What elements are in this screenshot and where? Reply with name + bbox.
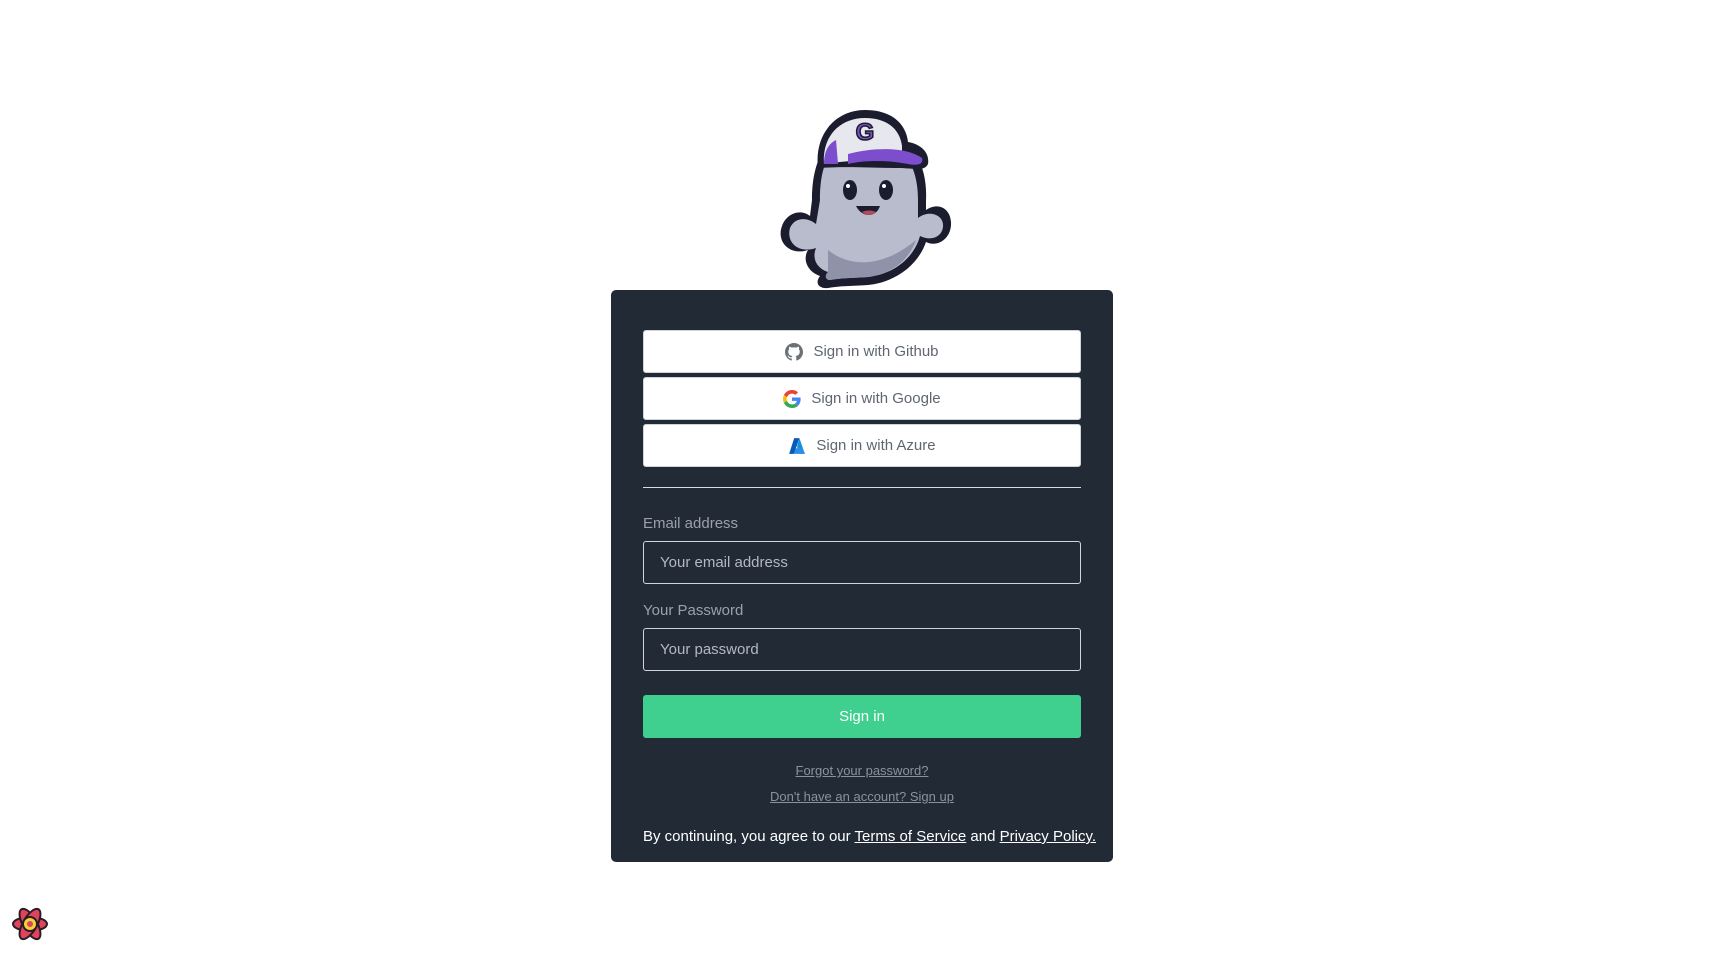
divider xyxy=(643,487,1081,488)
privacy-policy-link[interactable]: Privacy Policy. xyxy=(1000,828,1096,845)
react-devtools-icon[interactable] xyxy=(10,904,50,944)
azure-signin-button[interactable]: Sign in with Azure xyxy=(643,424,1081,467)
azure-signin-label: Sign in with Azure xyxy=(816,437,936,454)
azure-icon xyxy=(789,437,806,454)
auth-card: Sign in with Github Sign in with Google … xyxy=(611,290,1113,862)
email-field[interactable] xyxy=(643,541,1081,584)
google-signin-label: Sign in with Google xyxy=(811,390,941,407)
google-icon xyxy=(783,389,801,408)
github-signin-label: Sign in with Github xyxy=(813,343,939,360)
email-label: Email address xyxy=(643,515,739,532)
github-icon xyxy=(785,342,804,361)
ghost-mascot-logo: G xyxy=(780,110,952,289)
github-signin-button[interactable]: Sign in with Github xyxy=(643,330,1081,373)
terms-notice: By continuing, you agree to our Terms of… xyxy=(643,828,1096,845)
sign-in-button[interactable]: Sign in xyxy=(643,695,1081,738)
svg-text:G: G xyxy=(856,119,875,146)
terms-prefix: By continuing, you agree to our xyxy=(643,828,851,845)
login-page: G Sign in with Github Sign in with Googl… xyxy=(0,0,1726,955)
terms-and: and xyxy=(970,828,996,845)
terms-of-service-link[interactable]: Terms of Service xyxy=(855,828,967,845)
password-label: Your Password xyxy=(643,602,744,619)
google-signin-button[interactable]: Sign in with Google xyxy=(643,377,1081,420)
forgot-password-row: Forgot your password? xyxy=(643,763,1081,778)
forgot-password-link[interactable]: Forgot your password? xyxy=(796,763,929,778)
sign-up-row: Don't have an account? Sign up xyxy=(643,789,1081,804)
sign-up-link[interactable]: Don't have an account? Sign up xyxy=(770,789,954,804)
password-field[interactable] xyxy=(643,628,1081,671)
